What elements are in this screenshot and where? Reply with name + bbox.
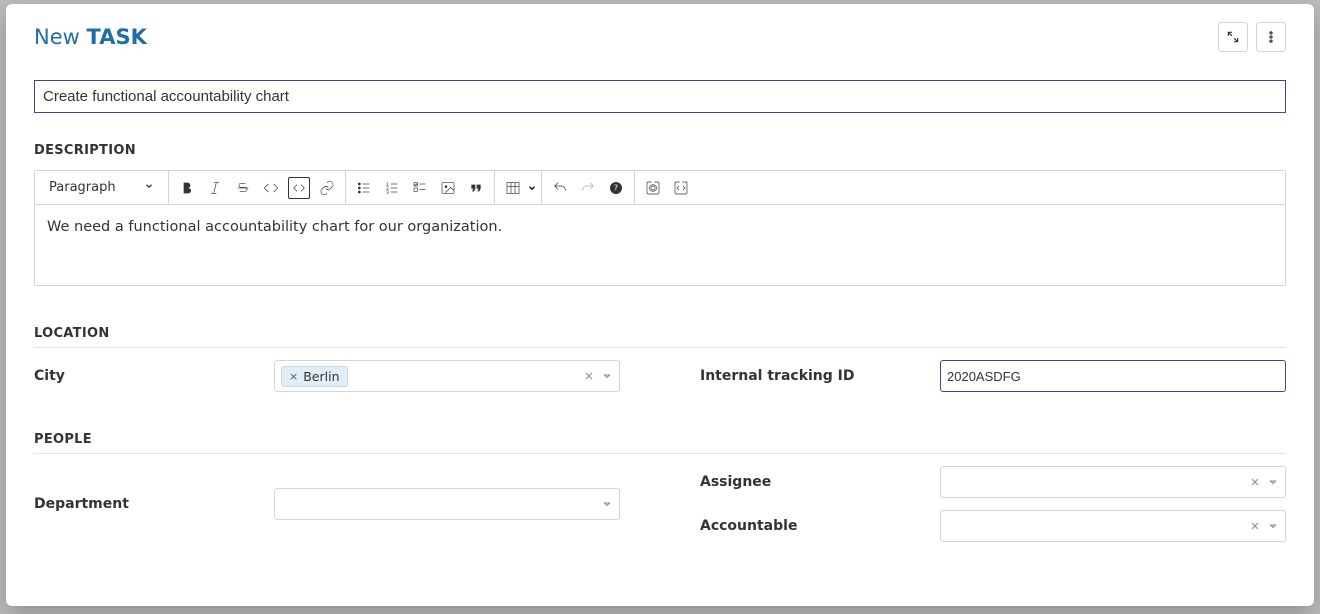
blockquote-icon: [468, 180, 484, 196]
tracking-input-wrap: [940, 360, 1286, 392]
code-block-icon: [291, 180, 307, 196]
section-location-label: LOCATION: [34, 326, 1286, 348]
source-icon: [673, 180, 689, 196]
clear-icon[interactable]: [1249, 520, 1261, 532]
field-city: City × Berlin: [34, 360, 620, 392]
city-tag-label: Berlin: [303, 369, 339, 384]
description-editor: Paragraph 123: [34, 170, 1286, 286]
bold-button[interactable]: [173, 174, 201, 202]
combo-icons: [583, 370, 613, 382]
bullet-list-button[interactable]: [350, 174, 378, 202]
title-prefix: New: [34, 25, 80, 49]
toolbar-history-group: ?: [542, 171, 635, 204]
italic-icon: [207, 180, 223, 196]
numbered-list-icon: 123: [384, 180, 400, 196]
department-select[interactable]: [274, 488, 620, 520]
city-tag: × Berlin: [281, 366, 348, 387]
clear-icon[interactable]: [1249, 476, 1261, 488]
assignee-select[interactable]: [940, 466, 1286, 498]
numbered-list-button[interactable]: 123: [378, 174, 406, 202]
blockquote-button[interactable]: [462, 174, 490, 202]
format-select-label: Paragraph: [49, 180, 116, 195]
strikethrough-button[interactable]: [229, 174, 257, 202]
chevron-down-icon: [527, 178, 537, 197]
task-list-button[interactable]: [406, 174, 434, 202]
location-grid: City × Berlin Internal tracking ID: [34, 360, 1286, 392]
section-description-label: DESCRIPTION: [34, 143, 1286, 158]
toolbar-table-group: [495, 171, 542, 204]
modal-header: New TASK: [34, 22, 1286, 52]
italic-button[interactable]: [201, 174, 229, 202]
link-button[interactable]: [313, 174, 341, 202]
assignee-label: Assignee: [700, 474, 940, 490]
expand-button[interactable]: [1218, 22, 1248, 52]
remove-tag-icon[interactable]: ×: [289, 370, 298, 383]
chevron-down-icon[interactable]: [1267, 520, 1279, 532]
subject-input[interactable]: [34, 80, 1286, 113]
toolbar-text-group: [169, 171, 346, 204]
table-icon: [505, 180, 521, 196]
help-icon: ?: [608, 180, 624, 196]
more-menu-button[interactable]: [1256, 22, 1286, 52]
bullet-list-icon: [356, 180, 372, 196]
undo-icon: [552, 180, 568, 196]
combo-icons: [601, 498, 613, 510]
toolbar-list-group: 123: [346, 171, 495, 204]
combo-icons: [1249, 520, 1279, 532]
expand-icon: [1226, 30, 1240, 44]
tracking-label: Internal tracking ID: [700, 368, 940, 384]
table-button[interactable]: [499, 174, 527, 202]
image-button[interactable]: [434, 174, 462, 202]
section-people-label: PEOPLE: [34, 432, 1286, 454]
redo-icon: [580, 180, 596, 196]
toolbar-format-group: Paragraph: [35, 171, 169, 204]
chevron-down-icon: [144, 180, 154, 195]
chevron-down-icon[interactable]: [601, 370, 613, 382]
people-grid: Department Assignee: [34, 466, 1286, 542]
header-actions: [1218, 22, 1286, 52]
source-button[interactable]: [667, 174, 695, 202]
more-vertical-icon: [1264, 30, 1278, 44]
editor-body[interactable]: We need a functional accountability char…: [35, 205, 1285, 285]
task-list-icon: [412, 180, 428, 196]
svg-text:3: 3: [386, 190, 389, 196]
editor-toolbar: Paragraph 123: [35, 171, 1285, 205]
svg-text:?: ?: [613, 183, 617, 192]
undo-button[interactable]: [546, 174, 574, 202]
modal-title: New TASK: [34, 25, 147, 49]
code-block-button[interactable]: [288, 177, 310, 199]
people-right-column: Assignee Accountable: [700, 466, 1286, 542]
redo-button[interactable]: [574, 174, 602, 202]
inline-code-button[interactable]: [257, 174, 285, 202]
help-button[interactable]: ?: [602, 174, 630, 202]
format-select[interactable]: Paragraph: [39, 180, 164, 195]
clear-icon[interactable]: [583, 370, 595, 382]
bold-icon: [179, 180, 195, 196]
task-modal: New TASK DESCRIPTION Paragraph: [6, 4, 1314, 606]
field-tracking-id: Internal tracking ID: [700, 360, 1286, 392]
code-icon: [263, 180, 279, 196]
field-accountable: Accountable: [700, 510, 1286, 542]
image-icon: [440, 180, 456, 196]
department-label: Department: [34, 496, 274, 512]
strikethrough-icon: [235, 180, 251, 196]
preview-icon: [645, 180, 661, 196]
accountable-label: Accountable: [700, 518, 940, 534]
city-label: City: [34, 368, 274, 384]
chevron-down-icon[interactable]: [601, 498, 613, 510]
combo-icons: [1249, 476, 1279, 488]
field-assignee: Assignee: [700, 466, 1286, 498]
chevron-down-icon[interactable]: [1267, 476, 1279, 488]
city-select[interactable]: × Berlin: [274, 360, 620, 392]
title-main: TASK: [87, 25, 147, 49]
tracking-input[interactable]: [947, 367, 1279, 386]
accountable-select[interactable]: [940, 510, 1286, 542]
field-department: Department: [34, 466, 620, 542]
link-icon: [319, 180, 335, 196]
preview-button[interactable]: [639, 174, 667, 202]
toolbar-extra-group: [635, 171, 699, 204]
